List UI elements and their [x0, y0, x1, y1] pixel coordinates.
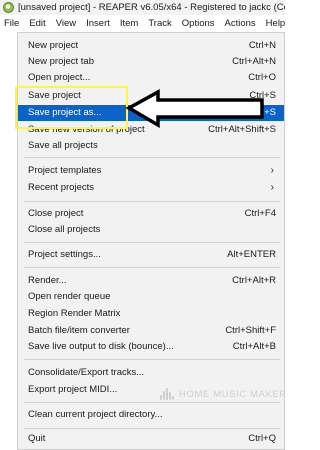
arrow-shape [125, 89, 264, 129]
watermark-text: HOME MUSIC MAKER [179, 388, 287, 400]
sound-wave-logo-icon [160, 388, 176, 400]
watermark: HOME MUSIC MAKER [160, 388, 287, 400]
pointer-arrow-annotation [125, 89, 264, 129]
